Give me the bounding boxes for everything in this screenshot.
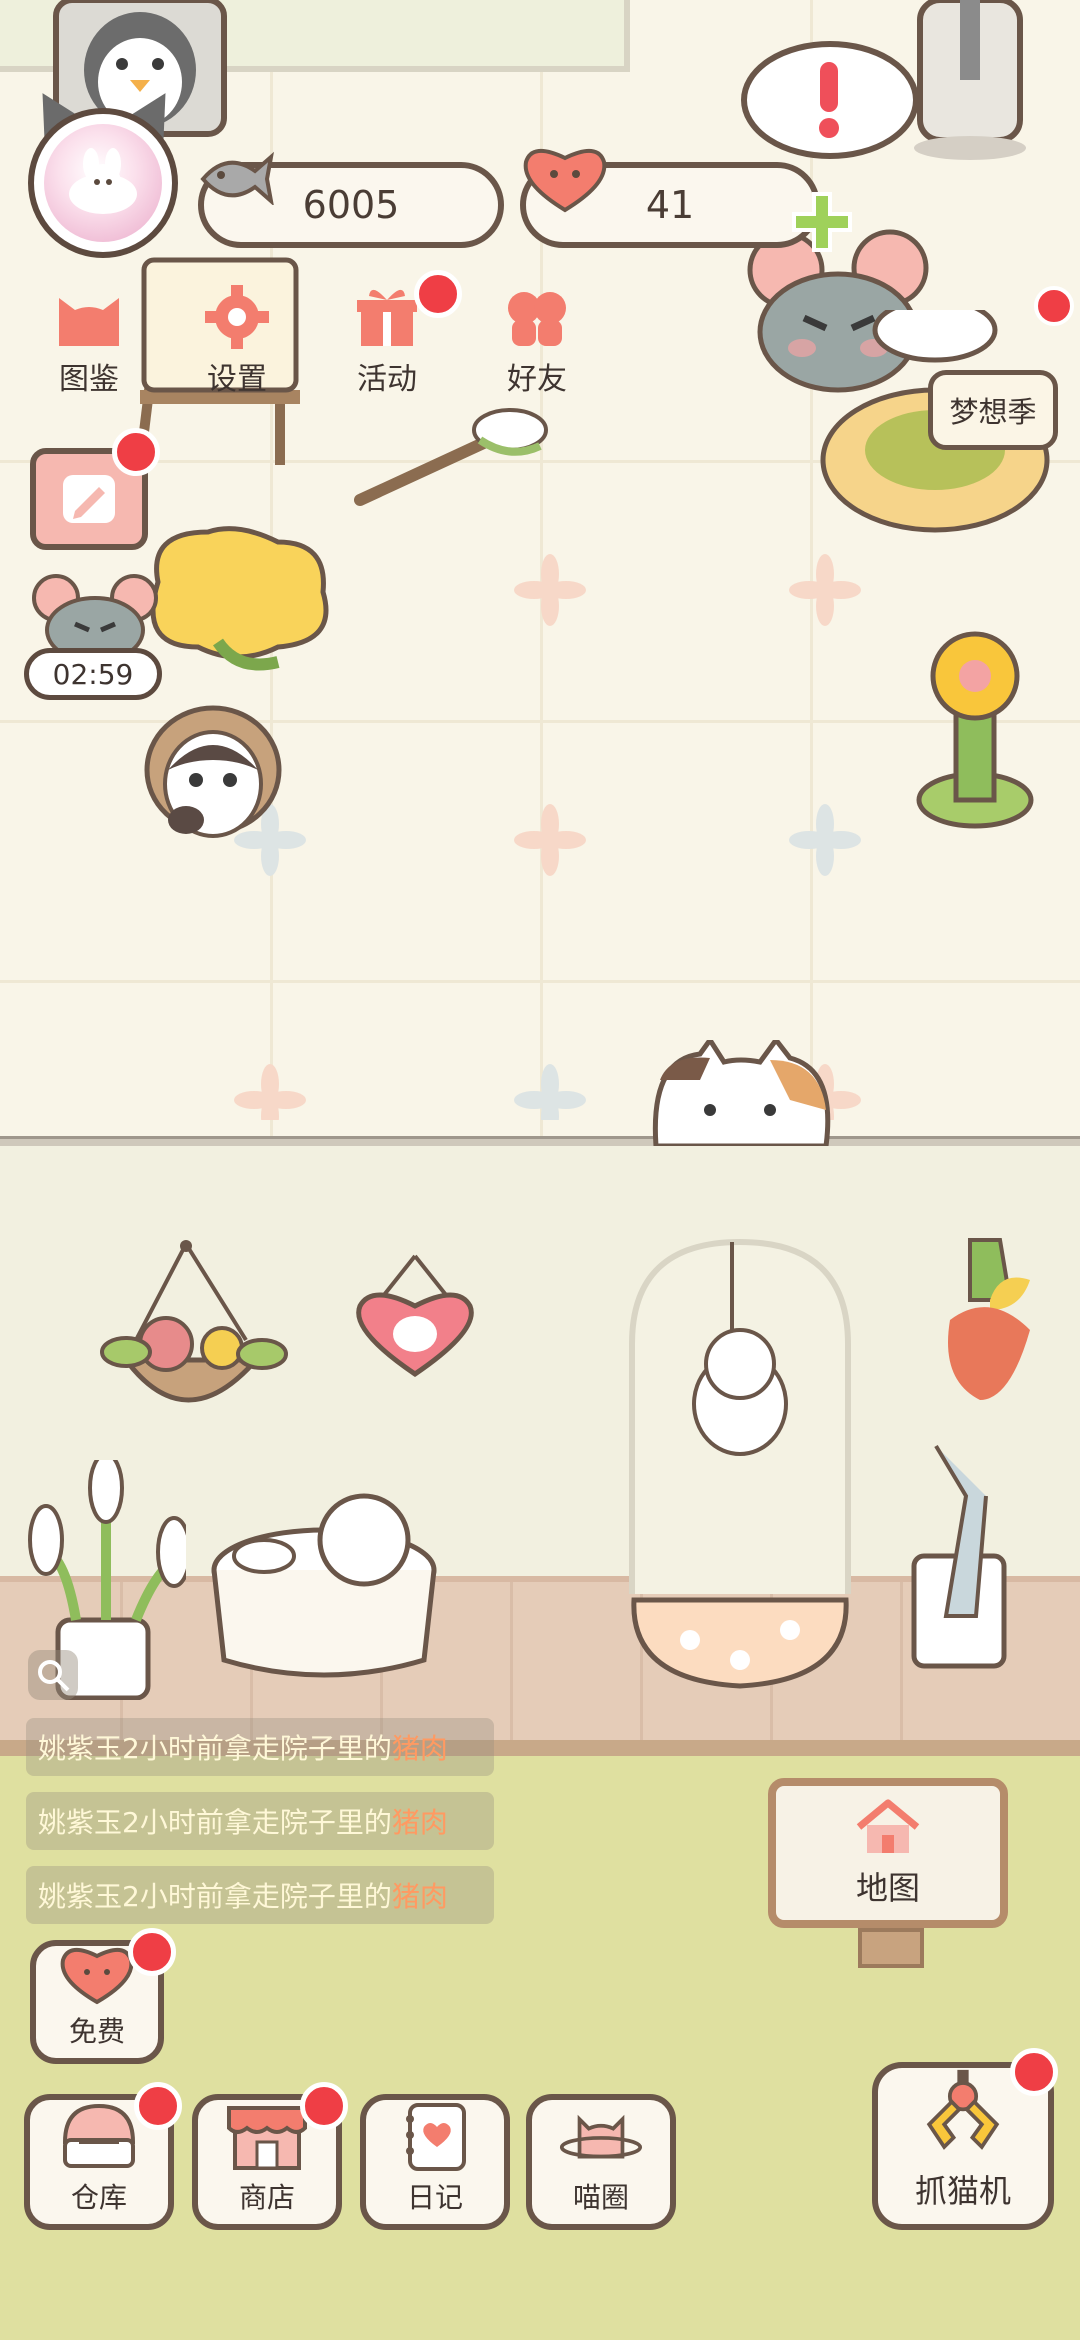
flower-rug[interactable] xyxy=(630,1590,850,1690)
diary-button[interactable]: 日记 xyxy=(360,2094,510,2230)
free-notification-dot xyxy=(128,1928,176,1976)
feed-message-item: 猪肉 xyxy=(391,1880,448,1913)
calico-cat[interactable] xyxy=(640,1040,840,1146)
community-button[interactable]: 喵圈 xyxy=(526,2094,676,2230)
dream-season-label: 梦想季 xyxy=(949,395,1037,429)
dried-flower-bunch[interactable] xyxy=(930,1230,1050,1410)
menu-settings-label: 设置 xyxy=(207,362,267,397)
menu-events-label: 活动 xyxy=(357,362,417,397)
avatar-image xyxy=(44,124,162,242)
feed-message-item: 猪肉 xyxy=(391,1732,448,1765)
menu-friends-label: 好友 xyxy=(507,362,567,397)
dream-season-notification-dot xyxy=(1034,286,1074,326)
room-divider xyxy=(0,1136,1080,1146)
search-icon xyxy=(38,1660,70,1692)
dream-season-button[interactable]: 梦想季 xyxy=(928,370,1058,450)
fish-icon xyxy=(196,140,276,210)
check-in-notification-dot xyxy=(112,428,160,476)
visitor-timer[interactable]: 02:59 xyxy=(24,648,162,700)
add-hearts-button[interactable] xyxy=(790,190,854,254)
tea-table[interactable] xyxy=(204,1490,454,1690)
menu-collection-label: 图鉴 xyxy=(59,362,119,397)
scratching-post[interactable] xyxy=(910,630,1040,830)
claw-machine-label: 抓猫机 xyxy=(914,2172,1011,2210)
feed-message-text: 姚紫玉2小时前拿走院子里的 xyxy=(38,1732,392,1765)
claw-icon xyxy=(926,2069,1000,2150)
feed-message[interactable]: 姚紫玉2小时前拿走院子里的 猪肉 xyxy=(26,1866,494,1924)
hanging-flower-basket[interactable] xyxy=(96,1240,296,1440)
friends-icon xyxy=(499,286,575,348)
shop-label: 商店 xyxy=(238,2181,295,2214)
warehouse-notification-dot xyxy=(134,2082,182,2130)
cat-teaser-toy[interactable] xyxy=(340,400,560,520)
heart-icon xyxy=(520,140,610,214)
heart-icon xyxy=(55,1942,139,2006)
gear-icon xyxy=(199,285,275,349)
player-avatar[interactable] xyxy=(28,108,178,258)
house-icon xyxy=(856,1799,920,1853)
menu-friends[interactable]: 好友 xyxy=(472,286,602,406)
feed-message-text: 姚紫玉2小时前拿走院子里的 xyxy=(38,1806,392,1839)
floor-lamp[interactable] xyxy=(900,0,1040,160)
diary-icon xyxy=(393,2102,477,2172)
visitor-timer-value: 02:59 xyxy=(52,657,134,691)
cat-head-icon xyxy=(51,286,127,348)
feed-message-item: 猪肉 xyxy=(391,1806,448,1839)
diary-label: 日记 xyxy=(406,2181,463,2214)
owl[interactable] xyxy=(138,700,288,850)
map-button[interactable]: 地图 xyxy=(768,1778,1008,1928)
heart-currency-value: 41 xyxy=(645,183,695,227)
feed-message-text: 姚紫玉2小时前拿走院子里的 xyxy=(38,1880,392,1913)
warehouse-label: 仓库 xyxy=(70,2181,127,2214)
warehouse-icon xyxy=(57,2102,141,2172)
umbrella-stand[interactable] xyxy=(906,1436,1016,1676)
events-notification-dot xyxy=(414,270,462,318)
free-label: 免费 xyxy=(68,2015,125,2048)
claw-notification-dot xyxy=(1010,2048,1058,2096)
arched-window xyxy=(629,1238,851,1594)
plus-icon xyxy=(792,192,852,252)
community-label: 喵圈 xyxy=(572,2181,629,2214)
fish-currency-value: 6005 xyxy=(302,183,400,227)
feed-message[interactable]: 姚紫玉2小时前拿走院子里的 猪肉 xyxy=(26,1792,494,1850)
shop-icon xyxy=(225,2102,309,2172)
shop-notification-dot xyxy=(300,2082,348,2130)
heart-sign[interactable] xyxy=(350,1250,480,1380)
pencil-icon xyxy=(63,475,115,523)
alert-bubble[interactable] xyxy=(740,40,920,170)
feed-search-button[interactable] xyxy=(28,1650,78,1700)
map-label: 地图 xyxy=(855,1869,920,1907)
menu-settings[interactable]: 设置 xyxy=(172,285,302,406)
bunny-cloud-icon xyxy=(69,148,137,214)
menu-collection[interactable]: 图鉴 xyxy=(24,286,154,406)
cat-planet-icon xyxy=(559,2102,643,2172)
feed-message[interactable]: 姚紫玉2小时前拿走院子里的 猪肉 xyxy=(26,1718,494,1776)
map-sign-post xyxy=(858,1928,924,1968)
